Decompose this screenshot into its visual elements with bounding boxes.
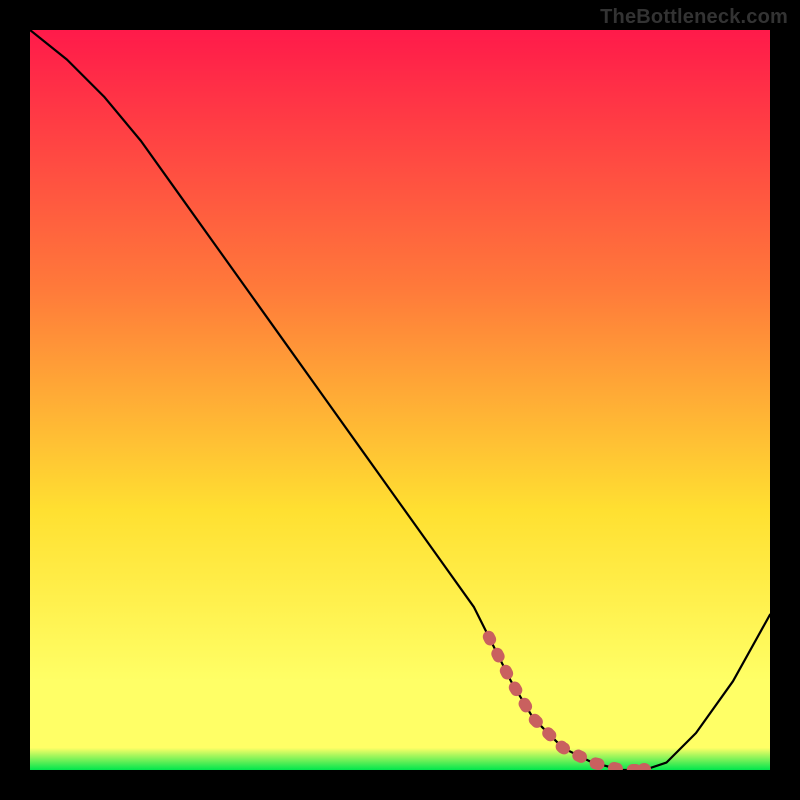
watermark-label: TheBottleneck.com <box>600 6 788 29</box>
chart-container: TheBottleneck.com <box>0 0 800 800</box>
bottleneck-chart <box>30 30 770 770</box>
plot-frame <box>30 30 770 770</box>
